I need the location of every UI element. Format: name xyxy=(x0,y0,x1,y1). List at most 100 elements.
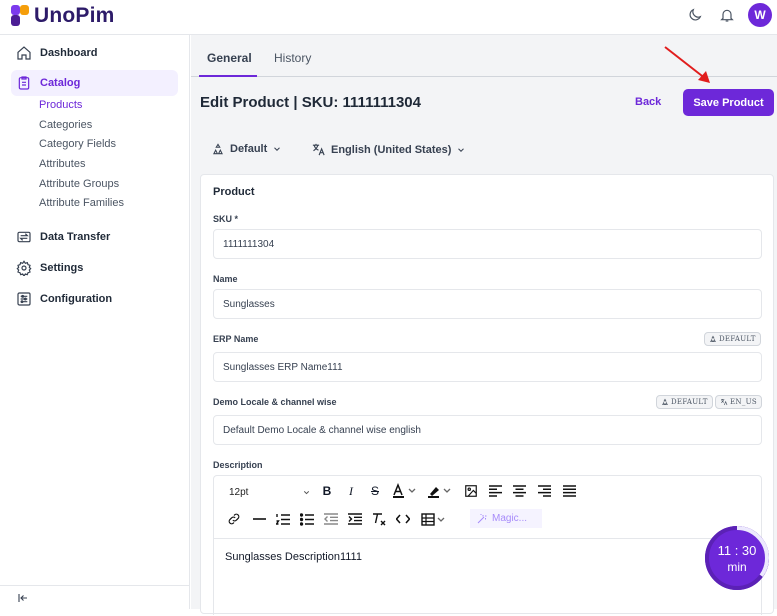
text-color-icon[interactable] xyxy=(390,482,420,500)
numbered-list-icon[interactable] xyxy=(274,510,292,528)
chevron-down-icon xyxy=(458,147,465,152)
dark-mode-icon[interactable] xyxy=(686,6,704,24)
back-button[interactable]: Back xyxy=(635,96,661,108)
description-label: Description xyxy=(213,460,263,470)
sku-label: SKU * xyxy=(213,214,239,224)
sidebar-sub-categories[interactable]: Categories xyxy=(39,119,92,131)
timer-progress-ring xyxy=(705,526,769,590)
tab-history[interactable]: History xyxy=(274,51,311,65)
horizontal-line-icon[interactable] xyxy=(250,510,268,528)
channel-icon xyxy=(662,398,668,405)
channel-selector-label: Default xyxy=(230,143,268,155)
chevron-down-icon xyxy=(303,491,310,495)
app-name: UnoPim xyxy=(34,4,115,27)
channel-badge: DEFAULT xyxy=(704,332,761,346)
highlight-color-icon[interactable] xyxy=(425,482,455,500)
sidebar-item-data-transfer[interactable]: Data Transfer xyxy=(11,224,178,250)
sidebar-collapse-button[interactable] xyxy=(0,585,189,609)
locale-selector[interactable]: English (United States) xyxy=(311,142,466,157)
badge-label: EN_US xyxy=(730,398,757,406)
italic-icon[interactable]: I xyxy=(342,482,360,500)
save-product-button[interactable]: Save Product xyxy=(683,89,774,116)
sidebar-sub-attribute-groups[interactable]: Attribute Groups xyxy=(39,178,119,190)
strikethrough-icon[interactable]: S xyxy=(366,482,384,500)
page-title: Edit Product | SKU: 1111111304 xyxy=(200,94,421,111)
badge-label: DEFAULT xyxy=(719,335,756,343)
timer-unit: min xyxy=(727,559,747,574)
sidebar-item-dashboard[interactable]: Dashboard xyxy=(11,40,178,66)
top-bar: UnoPim W xyxy=(0,0,777,35)
demo-locale-input[interactable]: Default Demo Locale & channel wise engli… xyxy=(213,415,762,445)
description-content[interactable]: Sunglasses Description1111 xyxy=(214,538,761,616)
active-tab-indicator xyxy=(199,75,257,77)
magic-ai-button[interactable]: Magic... xyxy=(470,509,542,528)
indent-icon[interactable] xyxy=(346,510,364,528)
name-input[interactable]: Sunglasses xyxy=(213,289,762,319)
gear-icon xyxy=(16,260,32,276)
translate-icon xyxy=(721,399,728,406)
sidebar-item-settings[interactable]: Settings xyxy=(11,255,178,281)
table-icon[interactable] xyxy=(420,510,448,528)
main-content: General History Edit Product | SKU: 1111… xyxy=(191,35,777,615)
magic-label: Magic... xyxy=(492,513,528,524)
product-card: Product SKU * 1111111304 Name Sunglasses… xyxy=(200,174,774,615)
timer-time: 11 : 30 xyxy=(717,542,757,558)
demo-locale-label: Demo Locale & channel wise xyxy=(213,397,337,407)
erp-name-label: ERP Name xyxy=(213,334,259,344)
timer-widget[interactable]: 11 : 30 min xyxy=(705,526,769,590)
bold-icon[interactable]: B xyxy=(318,482,336,500)
card-title: Product xyxy=(213,186,255,198)
logo-mark-icon xyxy=(11,5,30,27)
channel-badge: DEFAULT xyxy=(656,395,713,409)
badge-label: DEFAULT xyxy=(671,398,708,406)
sidebar-item-label: Dashboard xyxy=(40,47,98,59)
align-justify-icon[interactable] xyxy=(560,482,578,500)
channel-icon xyxy=(710,335,716,342)
clear-formatting-icon[interactable] xyxy=(370,510,388,528)
translate-icon xyxy=(312,143,325,156)
user-avatar[interactable]: W xyxy=(748,3,772,27)
sidebar-sub-attribute-families[interactable]: Attribute Families xyxy=(39,197,124,209)
sidebar-item-label: Configuration xyxy=(40,293,113,305)
font-size-value: 12pt xyxy=(229,487,249,498)
link-icon[interactable] xyxy=(225,510,243,528)
home-icon xyxy=(17,46,31,60)
locale-selector-label: English (United States) xyxy=(331,143,452,156)
magic-wand-icon xyxy=(477,513,487,523)
image-icon[interactable] xyxy=(462,482,480,500)
font-size-select[interactable]: 12pt xyxy=(224,483,315,502)
chevron-down-icon xyxy=(274,147,281,151)
collapse-arrow-icon xyxy=(18,593,27,602)
name-label: Name xyxy=(213,274,238,284)
sidebar-sub-category-fields[interactable]: Category Fields xyxy=(39,138,116,150)
app-logo[interactable]: UnoPim xyxy=(11,4,115,28)
sku-input[interactable]: 1111111304 xyxy=(213,229,762,259)
align-right-icon[interactable] xyxy=(535,482,553,500)
clipboard-list-icon xyxy=(18,76,30,90)
align-left-icon[interactable] xyxy=(486,482,504,500)
channel-selector[interactable]: Default xyxy=(211,142,282,156)
sliders-icon xyxy=(17,292,31,306)
locale-badge: EN_US xyxy=(715,395,762,409)
sidebar: Dashboard Catalog Products Categories Ca… xyxy=(0,35,190,609)
sidebar-item-label: Data Transfer xyxy=(40,231,111,243)
description-editor: 12pt B I S Magic... Sunglasses Descripti… xyxy=(213,475,762,615)
notification-bell-icon[interactable] xyxy=(718,6,736,24)
editor-toolbar-row-1: 12pt B I S xyxy=(214,478,761,504)
sidebar-item-configuration[interactable]: Configuration xyxy=(11,286,178,312)
sidebar-sub-products[interactable]: Products xyxy=(39,99,82,111)
transfer-icon xyxy=(17,231,31,243)
erp-name-input[interactable]: Sunglasses ERP Name111 xyxy=(213,352,762,382)
sidebar-sub-attributes[interactable]: Attributes xyxy=(39,158,85,170)
align-center-icon[interactable] xyxy=(510,482,528,500)
bullet-list-icon[interactable] xyxy=(298,510,316,528)
sidebar-item-label: Settings xyxy=(40,262,84,274)
tab-general[interactable]: General xyxy=(207,51,252,65)
editor-toolbar-row-2: Magic... xyxy=(214,506,761,532)
source-code-icon[interactable] xyxy=(394,510,412,528)
channel-icon xyxy=(213,143,223,155)
sidebar-item-catalog[interactable]: Catalog xyxy=(11,70,178,96)
sidebar-item-label: Catalog xyxy=(40,77,81,89)
annotation-arrow xyxy=(664,46,710,83)
outdent-icon[interactable] xyxy=(322,510,340,528)
